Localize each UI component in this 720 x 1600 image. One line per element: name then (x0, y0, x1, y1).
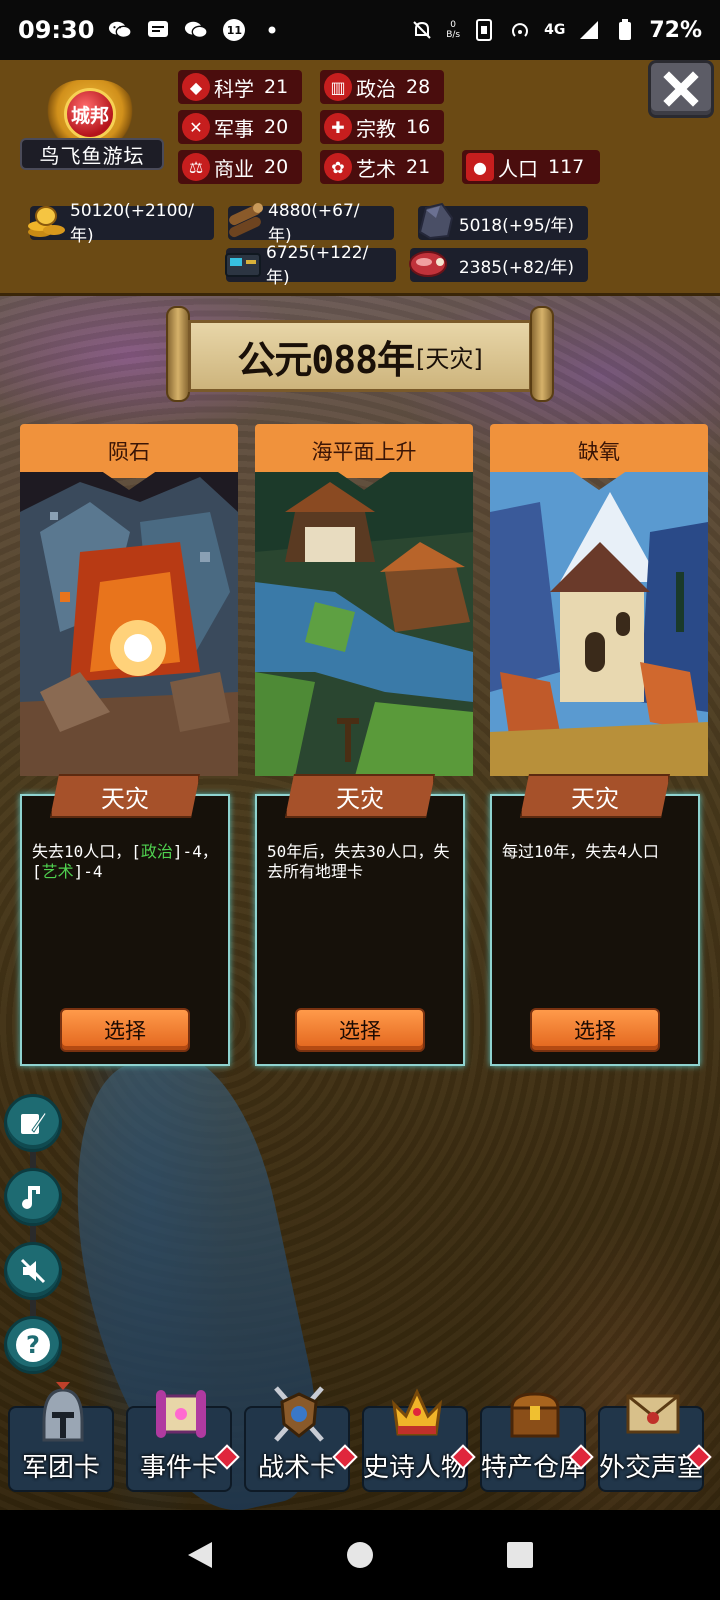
mute-bell-icon (410, 19, 434, 41)
flooded-village-illustration (255, 472, 473, 776)
city-name: 鸟飞鱼游坛 (20, 138, 164, 170)
shield-swords-icon (274, 1386, 324, 1442)
year-text: 公元088年 (237, 337, 415, 382)
select-button[interactable]: 选择 (530, 1008, 660, 1052)
resource-tech[interactable]: 6725(+122/年) (225, 243, 396, 288)
card-type-ribbon: 天灾 (50, 774, 200, 818)
select-button[interactable]: 选择 (295, 1008, 425, 1052)
stat-military[interactable]: ✕ 军事 20 (178, 110, 302, 144)
commerce-icon: ⚖ (182, 153, 210, 181)
scroll-icon (156, 1390, 206, 1438)
dot-icon (260, 19, 284, 41)
resource-stone[interactable]: 5018(+95/年) (418, 202, 588, 240)
science-icon: ◆ (182, 73, 210, 101)
city-type-badge: 城邦 (64, 88, 116, 140)
politics-icon: ▥ (324, 73, 352, 101)
machine-icon (225, 253, 261, 277)
dock-legion-cards[interactable]: 军团卡 (8, 1382, 114, 1492)
card-title: 陨石 (20, 424, 238, 478)
disaster-card-sea-level-rise[interactable]: 海平面上升 天灾 50年后，失去30人口，失去所有地理卡 选择 (255, 424, 473, 1066)
battery-icon (613, 19, 637, 41)
military-icon: ✕ (182, 113, 210, 141)
select-button[interactable]: 选择 (60, 1008, 190, 1052)
notification-count-icon: 11 (222, 19, 246, 41)
speaker-muted-icon (20, 1258, 46, 1284)
era-tag: [天灾] (415, 344, 483, 373)
art-icon: ✿ (324, 153, 352, 181)
sim-icon (472, 19, 496, 41)
crown-icon (391, 1388, 443, 1436)
stat-science[interactable]: ◆ 科学 21 (178, 70, 302, 104)
wood-logs-icon (229, 203, 263, 238)
back-icon[interactable] (185, 1540, 215, 1570)
music-note-icon (22, 1186, 40, 1209)
card-title: 缺氧 (490, 424, 708, 478)
battery-percent: 72% (649, 17, 702, 43)
book-quill-icon (21, 1111, 47, 1134)
dock-event-cards[interactable]: 事件卡 (126, 1390, 240, 1492)
resource-gold[interactable]: 50120(+2100/年) (28, 201, 214, 246)
help-button[interactable]: ? (4, 1316, 62, 1374)
chain-link (30, 1150, 36, 1170)
population-icon: ● (466, 153, 494, 181)
disaster-card-oxygen-deficiency[interactable]: 缺氧 天灾 每过10年，失去4人口 选择 (490, 424, 708, 1066)
question-icon: ? (16, 1328, 50, 1362)
meteor-illustration (20, 472, 238, 776)
system-navigation-bar (0, 1510, 720, 1600)
resource-wood[interactable]: 4880(+67/年) (228, 201, 394, 246)
stat-politics[interactable]: ▥ 政治 28 (320, 70, 444, 104)
stat-religion[interactable]: ✚ 宗教 16 (320, 110, 444, 144)
sound-mute-button[interactable] (4, 1242, 62, 1300)
resource-meat[interactable]: 2385(+82/年) (409, 248, 588, 282)
network-type: 4G (544, 22, 566, 38)
mountain-church-illustration (490, 472, 708, 776)
stat-art[interactable]: ✿ 艺术 21 (320, 150, 444, 184)
year-banner-paper: 公元088年 [天灾] (188, 320, 532, 392)
stat-population[interactable]: ● 人口 117 (462, 150, 600, 184)
disaster-card-meteor[interactable]: 陨石 天灾 失去10人口，[政治]-4，[艺术]-4 选择 (20, 424, 238, 1066)
envelope-icon (626, 1394, 680, 1434)
meat-icon (409, 251, 447, 277)
status-time: 09:30 (18, 16, 95, 44)
close-icon (663, 71, 699, 107)
year-banner: 公元088年 [天灾] (166, 306, 554, 402)
network-speed: 0 B/s (446, 20, 461, 40)
journal-button[interactable] (4, 1094, 62, 1152)
gold-coins-icon (28, 206, 65, 237)
music-button[interactable] (4, 1168, 62, 1226)
bottom-dock: 军团卡 事件卡 战术卡 史诗人物 特产仓库 外交声望 (0, 1382, 720, 1510)
helmet-icon (42, 1382, 84, 1442)
close-button[interactable] (648, 60, 714, 118)
home-icon[interactable] (345, 1540, 375, 1570)
stone-icon (418, 202, 454, 240)
card-type-ribbon: 天灾 (520, 774, 670, 818)
wechat-icon (184, 19, 209, 41)
dock-tactic-cards[interactable]: 战术卡 (244, 1386, 358, 1492)
dock-specialty-warehouse[interactable]: 特产仓库 (480, 1392, 594, 1492)
hotspot-icon (508, 19, 532, 41)
signal-icon (577, 19, 601, 41)
wechat-icon (108, 19, 133, 41)
scroll-rod-right (530, 306, 554, 402)
message-icon (146, 19, 170, 41)
recents-icon[interactable] (505, 1540, 535, 1570)
status-bar: 09:30 11 0 B/s 4G 72% (0, 0, 720, 60)
card-type-ribbon: 天灾 (285, 774, 435, 818)
stat-commerce[interactable]: ⚖ 商业 20 (178, 150, 302, 184)
card-title: 海平面上升 (255, 424, 473, 478)
dock-epic-figures[interactable]: 史诗人物 (362, 1388, 476, 1492)
city-header-panel: 城邦 鸟飞鱼游坛 ◆ 科学 21 ▥ 政治 28 ✕ 军事 20 ✚ 宗教 16… (0, 60, 720, 296)
religion-icon: ✚ (324, 113, 352, 141)
dock-diplomatic-prestige[interactable]: 外交声望 (598, 1394, 712, 1492)
treasure-chest-icon (510, 1392, 560, 1438)
scroll-rod-left (166, 306, 190, 402)
